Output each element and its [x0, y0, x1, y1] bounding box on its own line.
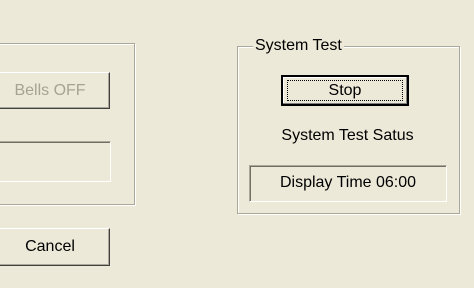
stop-button-label: Stop: [328, 82, 362, 99]
system-test-status-label: System Test Satus: [281, 127, 414, 144]
display-time-field: Display Time 06:00: [249, 165, 447, 202]
cancel-button[interactable]: Cancel: [0, 228, 110, 266]
bells-off-button[interactable]: Bells OFF: [0, 72, 110, 109]
dialog-window: { "left_panel": { "bells_off_label": "Be…: [0, 0, 474, 288]
left-text-field[interactable]: [0, 141, 111, 182]
stop-button[interactable]: Stop: [281, 75, 409, 106]
system-test-group-title: System Test: [253, 36, 344, 56]
